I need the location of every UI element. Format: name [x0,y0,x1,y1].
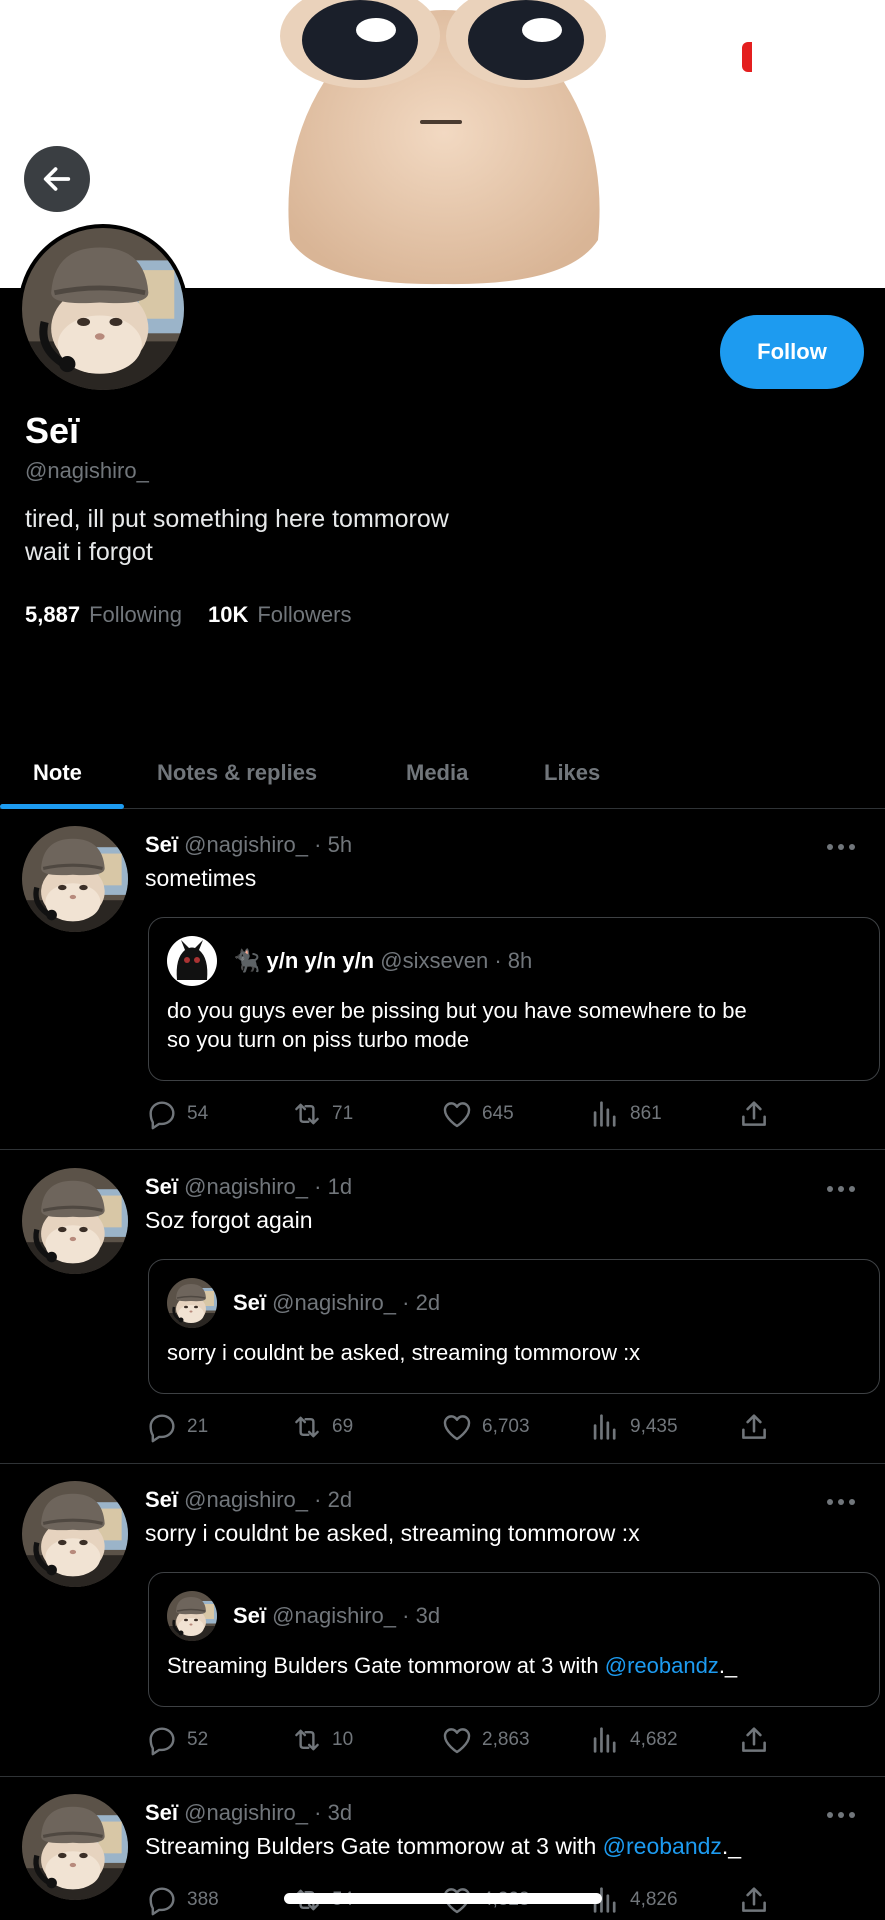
views-bars-icon [588,1097,622,1131]
repost-button[interactable]: 69 [290,1410,353,1444]
post-text: Soz forgot again [145,1207,313,1233]
avatar[interactable] [22,1794,128,1900]
share-upload-icon [737,1723,771,1757]
profile-tabs: Note Notes & replies Media Likes [0,736,885,809]
banner-pou-image [280,0,606,285]
quote-header: Seï @nagishiro_ · 2d [233,1290,441,1315]
post[interactable]: Seï @nagishiro_ · 2d sorry i couldnt be … [0,1465,885,1777]
post-text: sometimes [145,865,257,891]
tab-media[interactable]: Media [406,736,468,809]
banner-red-mark [742,42,752,72]
quote-avatar [167,936,217,986]
share-upload-icon [737,1410,771,1444]
post-header: Seï @nagishiro_ · 3d [145,1800,353,1825]
heart-icon [440,1723,474,1757]
repost-icon [290,1097,324,1131]
post-header: Seï @nagishiro_ · 2d [145,1487,353,1512]
reply-button[interactable]: 388 [145,1883,219,1917]
home-indicator[interactable] [284,1893,602,1904]
share-button[interactable] [737,1883,771,1917]
profile-display-name: Seï [25,410,80,451]
post-actions: 52 10 2,863 4,682 [145,1723,775,1757]
quote-avatar [167,1591,217,1641]
avatar[interactable] [22,1481,128,1587]
mention-link[interactable]: @reobandz [605,1653,719,1678]
following-stat[interactable]: 5,887 Following [25,602,182,628]
reply-bubble-icon [145,1723,179,1757]
heart-icon [440,1410,474,1444]
views-button[interactable]: 4,682 [588,1723,678,1757]
quoted-post[interactable]: 🐈‍⬛ y/n y/n y/n @sixseven · 8h do you gu… [148,917,880,1081]
tab-likes[interactable]: Likes [544,736,600,809]
quoted-post[interactable]: Seï @nagishiro_ · 2d sorry i couldnt be … [148,1259,880,1394]
quote-header: Seï @nagishiro_ · 3d [233,1603,441,1628]
views-button[interactable]: 9,435 [588,1410,678,1444]
post-header: Seï @nagishiro_ · 5h [145,832,353,857]
tab-notes-replies[interactable]: Notes & replies [157,736,317,809]
post-text: sorry i couldnt be asked, streaming tomm… [145,1520,640,1546]
quote-header: 🐈‍⬛ y/n y/n y/n @sixseven · 8h [233,948,533,973]
views-bars-icon [588,1410,622,1444]
avatar[interactable] [22,826,128,932]
share-button[interactable] [737,1723,771,1757]
post-actions: 21 69 6,703 9,435 [145,1410,775,1444]
quoted-post[interactable]: Seï @nagishiro_ · 3d Streaming Bulders G… [148,1572,880,1707]
back-button[interactable] [24,146,90,212]
profile-avatar[interactable] [18,224,188,394]
heart-icon [440,1097,474,1131]
followers-stat[interactable]: 10K Followers [208,602,352,628]
repost-icon [290,1723,324,1757]
post[interactable]: Seï @nagishiro_ · 1d Soz forgot again Se… [0,1152,885,1464]
repost-button[interactable]: 71 [290,1097,353,1131]
quote-text: sorry i couldnt be asked, streaming tomm… [167,1340,641,1365]
post-actions: 54 71 645 861 [145,1097,775,1131]
post-text: Streaming Bulders Gate tommorow at 3 wit… [145,1833,742,1859]
like-button[interactable]: 6,703 [440,1410,530,1444]
tab-note[interactable]: Note [33,736,82,809]
reply-button[interactable]: 52 [145,1723,208,1757]
reply-bubble-icon [145,1097,179,1131]
arrow-left-icon [43,167,71,191]
post[interactable]: Seï @nagishiro_ · 5h sometimes 🐈‍⬛ y/n y… [0,810,885,1150]
profile-stats: 5,887 Following 10K Followers [25,602,352,628]
share-upload-icon [737,1097,771,1131]
reply-bubble-icon [145,1410,179,1444]
share-button[interactable] [737,1097,771,1131]
views-bars-icon [588,1723,622,1757]
follow-button[interactable]: Follow [720,315,864,389]
repost-button[interactable]: 10 [290,1723,353,1757]
post-header: Seï @nagishiro_ · 1d [145,1174,353,1199]
quote-text: Streaming Bulders Gate tommorow at 3 wit… [167,1653,738,1678]
more-dots-icon[interactable] [826,1497,856,1507]
like-button[interactable]: 2,863 [440,1723,530,1757]
more-dots-icon[interactable] [826,842,856,852]
reply-button[interactable]: 21 [145,1410,208,1444]
more-dots-icon[interactable] [826,1810,856,1820]
repost-icon [290,1410,324,1444]
quote-text: do you guys ever be pissing but you have… [167,998,747,1052]
views-button[interactable]: 861 [588,1097,662,1131]
quote-avatar [167,1278,217,1328]
active-tab-indicator [0,804,124,809]
share-button[interactable] [737,1410,771,1444]
mention-link[interactable]: @reobandz [603,1833,722,1859]
profile-bio: tired, ill put something here tommorow w… [25,505,449,566]
profile-handle: @nagishiro_ [25,458,149,483]
reply-bubble-icon [145,1883,179,1917]
avatar[interactable] [22,1168,128,1274]
reply-button[interactable]: 54 [145,1097,208,1131]
share-upload-icon [737,1883,771,1917]
more-dots-icon[interactable] [826,1184,856,1194]
like-button[interactable]: 645 [440,1097,514,1131]
